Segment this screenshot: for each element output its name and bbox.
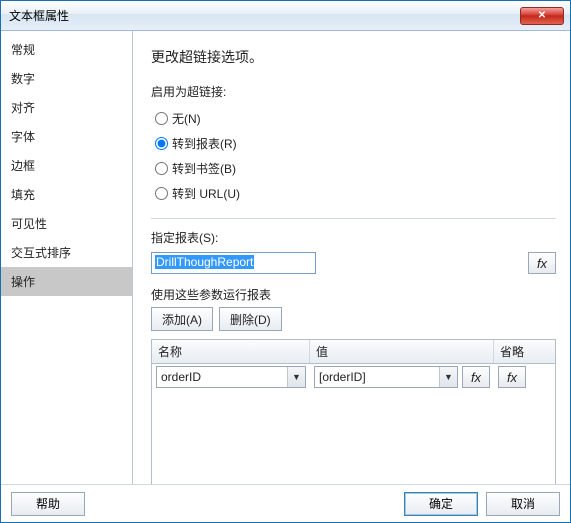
radio-goto-report[interactable]: 转到报表(R) <box>155 135 556 152</box>
sidebar-item-label: 操作 <box>11 275 35 289</box>
chevron-down-icon: ▼ <box>439 367 457 387</box>
radio-label: 转到报表(R) <box>172 135 237 152</box>
sidebar-item-label: 数字 <box>11 72 35 86</box>
radio-goto-url-input[interactable] <box>155 187 168 200</box>
button-label: 添加(A) <box>162 311 202 328</box>
sidebar-item-label: 字体 <box>11 130 35 144</box>
delete-button[interactable]: 删除(D) <box>219 307 282 331</box>
specify-report-input[interactable] <box>151 252 316 274</box>
dialog-window: 文本框属性 ✕ 常规 数字 对齐 字体 边框 填充 可见性 交互式排序 操作 更… <box>0 0 571 523</box>
sidebar-item-align[interactable]: 对齐 <box>1 93 132 122</box>
titlebar: 文本框属性 ✕ <box>1 1 570 31</box>
fx-icon: fx <box>471 370 481 385</box>
col-header-name: 名称 <box>152 340 310 363</box>
fx-icon: fx <box>507 370 517 385</box>
table-row: orderID ▼ [orderID] ▼ fx fx <box>152 364 555 390</box>
radio-goto-report-input[interactable] <box>155 137 168 150</box>
sidebar-item-label: 对齐 <box>11 101 35 115</box>
sidebar-item-general[interactable]: 常规 <box>1 35 132 64</box>
combo-text: [orderID] <box>315 370 439 384</box>
hyperlink-radio-group: 无(N) 转到报表(R) 转到书签(B) 转到 URL(U) <box>151 106 556 210</box>
radio-goto-bookmark-input[interactable] <box>155 162 168 175</box>
cell-omit: fx <box>494 366 555 388</box>
radio-goto-bookmark[interactable]: 转到书签(B) <box>155 160 556 177</box>
button-label: 取消 <box>511 497 535 511</box>
sidebar-item-fill[interactable]: 填充 <box>1 180 132 209</box>
sidebar: 常规 数字 对齐 字体 边框 填充 可见性 交互式排序 操作 <box>1 31 133 484</box>
grid-empty-area <box>152 390 555 484</box>
window-title: 文本框属性 <box>9 7 520 24</box>
specify-report-label: 指定报表(S): <box>151 229 556 246</box>
button-label: 确定 <box>429 497 453 511</box>
sidebar-item-label: 边框 <box>11 159 35 173</box>
sidebar-item-label: 可见性 <box>11 217 47 231</box>
sidebar-item-interactive-sort[interactable]: 交互式排序 <box>1 238 132 267</box>
chevron-down-icon: ▼ <box>287 367 305 387</box>
separator <box>151 218 556 219</box>
params-heading: 使用这些参数运行报表 <box>151 286 556 303</box>
cancel-button[interactable]: 取消 <box>486 492 560 516</box>
sidebar-item-number[interactable]: 数字 <box>1 64 132 93</box>
col-header-omit: 省略 <box>494 340 555 363</box>
sidebar-item-visibility[interactable]: 可见性 <box>1 209 132 238</box>
close-icon: ✕ <box>538 10 546 21</box>
sidebar-item-border[interactable]: 边框 <box>1 151 132 180</box>
add-button[interactable]: 添加(A) <box>151 307 213 331</box>
footer: 帮助 确定 取消 <box>1 484 570 522</box>
radio-goto-url[interactable]: 转到 URL(U) <box>155 185 556 202</box>
fx-icon: fx <box>537 256 547 271</box>
combo-text: orderID <box>157 370 287 384</box>
dialog-body: 常规 数字 对齐 字体 边框 填充 可见性 交互式排序 操作 更改超链接选项。 … <box>1 31 570 484</box>
col-header-value: 值 <box>310 340 494 363</box>
radio-none[interactable]: 无(N) <box>155 110 556 127</box>
sidebar-item-label: 常规 <box>11 43 35 57</box>
sidebar-item-action[interactable]: 操作 <box>1 267 132 296</box>
button-label: 帮助 <box>36 497 60 511</box>
cell-name: orderID ▼ <box>152 366 310 388</box>
fx-button-report[interactable]: fx <box>528 252 556 274</box>
grid-header: 名称 值 省略 <box>152 340 555 364</box>
radio-label: 转到 URL(U) <box>172 185 240 202</box>
radio-label: 转到书签(B) <box>172 160 236 177</box>
panel-heading: 更改超链接选项。 <box>151 47 556 67</box>
fx-button-omit[interactable]: fx <box>498 366 526 388</box>
enable-hyperlink-label: 启用为超链接: <box>151 83 556 100</box>
sidebar-item-font[interactable]: 字体 <box>1 122 132 151</box>
cell-value: [orderID] ▼ fx <box>310 366 494 388</box>
value-combo[interactable]: [orderID] ▼ <box>314 366 458 388</box>
ok-button[interactable]: 确定 <box>404 492 478 516</box>
help-button[interactable]: 帮助 <box>11 492 85 516</box>
sidebar-item-label: 填充 <box>11 188 35 202</box>
sidebar-item-label: 交互式排序 <box>11 246 71 260</box>
fx-button-value[interactable]: fx <box>462 366 490 388</box>
main-panel: 更改超链接选项。 启用为超链接: 无(N) 转到报表(R) 转到书签(B) 转到… <box>133 31 570 484</box>
button-label: 删除(D) <box>230 311 271 328</box>
name-combo[interactable]: orderID ▼ <box>156 366 306 388</box>
radio-label: 无(N) <box>172 110 201 127</box>
param-buttons: 添加(A) 删除(D) <box>151 307 556 331</box>
close-button[interactable]: ✕ <box>520 7 564 25</box>
radio-none-input[interactable] <box>155 112 168 125</box>
specify-report-row: DrillThoughReport fx <box>151 252 556 274</box>
params-grid: 名称 值 省略 orderID ▼ [orderID] ▼ <box>151 339 556 484</box>
